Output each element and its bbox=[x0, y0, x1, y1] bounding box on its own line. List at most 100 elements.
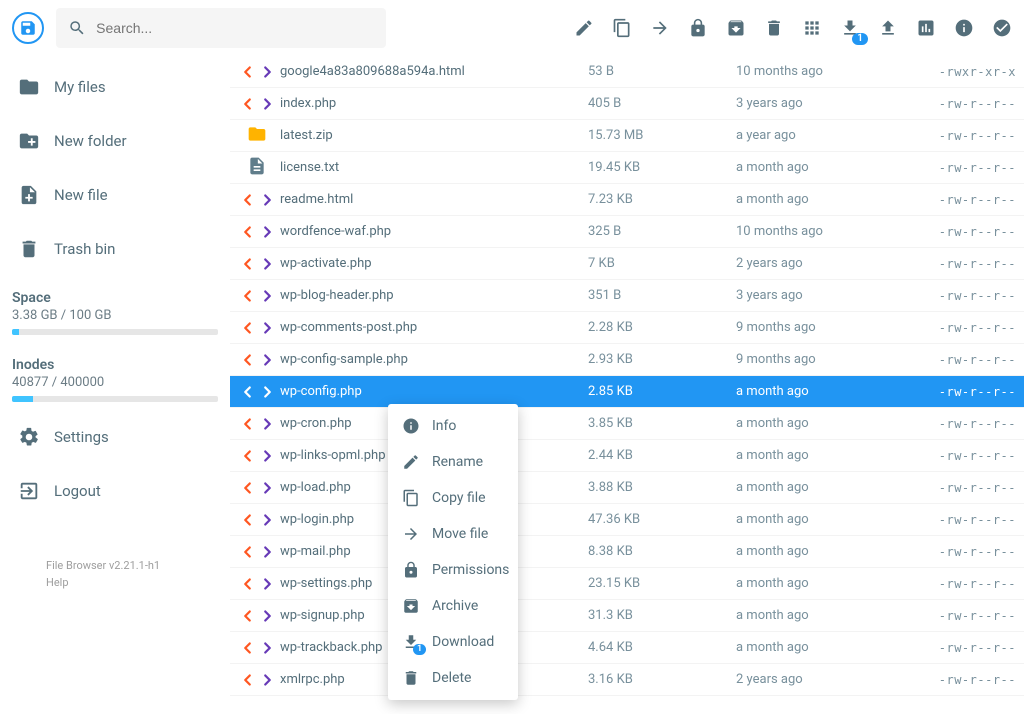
ctx-rename[interactable]: Rename bbox=[388, 444, 518, 480]
file-modified: a month ago bbox=[736, 416, 876, 431]
ctx-move[interactable]: Move file bbox=[388, 516, 518, 552]
file-permissions: -rw-r--r-- bbox=[876, 673, 1016, 687]
file-row[interactable]: wp-cron.php3.85 KBa month ago-rw-r--r-- bbox=[230, 408, 1024, 440]
download-badge: 1 bbox=[413, 644, 426, 655]
credits-help[interactable]: Help bbox=[46, 575, 214, 592]
ctx-label: Rename bbox=[432, 454, 483, 470]
file-row[interactable]: readme.html7.23 KBa month ago-rw-r--r-- bbox=[230, 184, 1024, 216]
file-modified: a month ago bbox=[736, 160, 876, 175]
file-row[interactable]: wp-config.php2.85 KBa month ago-rw-r--r-… bbox=[230, 376, 1024, 408]
sidebar-label: Trash bin bbox=[54, 240, 115, 258]
upload-button[interactable] bbox=[878, 17, 898, 39]
space-stats: Space 3.38 GB / 100 GB bbox=[0, 276, 230, 343]
file-size: 3.16 KB bbox=[588, 672, 736, 687]
file-row[interactable]: wp-mail.php8.38 KBa month ago-rw-r--r-- bbox=[230, 536, 1024, 568]
file-list[interactable]: google4a83a809688a594a.html53 B10 months… bbox=[230, 56, 1024, 714]
info-button[interactable] bbox=[954, 17, 974, 39]
ctx-download[interactable]: Download1 bbox=[388, 624, 518, 660]
file-row[interactable]: wp-activate.php7 KB2 years ago-rw-r--r-- bbox=[230, 248, 1024, 280]
sidebar-logout[interactable]: Logout bbox=[0, 464, 230, 518]
file-type-icon bbox=[244, 447, 270, 465]
grid-view-button[interactable] bbox=[802, 17, 822, 39]
file-permissions: -rw-r--r-- bbox=[876, 545, 1016, 559]
file-row[interactable]: wp-blog-header.php351 B3 years ago-rw-r-… bbox=[230, 280, 1024, 312]
file-row[interactable]: latest.zip15.73 MBa year ago-rw-r--r-- bbox=[230, 120, 1024, 152]
logo[interactable] bbox=[12, 12, 44, 44]
search-input[interactable] bbox=[96, 20, 374, 36]
file-name: license.txt bbox=[270, 160, 588, 175]
file-modified: a month ago bbox=[736, 640, 876, 655]
archive-icon bbox=[402, 597, 420, 615]
file-permissions: -rw-r--r-- bbox=[876, 385, 1016, 399]
note-add-icon bbox=[18, 184, 40, 206]
file-permissions: -rw-r--r-- bbox=[876, 577, 1016, 591]
space-label: Space bbox=[12, 290, 218, 306]
search-box[interactable] bbox=[56, 8, 386, 48]
file-permissions: -rw-r--r-- bbox=[876, 417, 1016, 431]
file-row[interactable]: wp-login.php47.36 KBa month ago-rw-r--r-… bbox=[230, 504, 1024, 536]
file-size: 405 B bbox=[588, 96, 736, 111]
ctx-archive[interactable]: Archive bbox=[388, 588, 518, 624]
sidebar-trash[interactable]: Trash bin bbox=[0, 222, 230, 276]
sidebar-label: My files bbox=[54, 78, 106, 96]
file-size: 8.38 KB bbox=[588, 544, 736, 559]
file-size: 7 KB bbox=[588, 256, 736, 271]
delete-button[interactable] bbox=[764, 17, 784, 39]
file-row[interactable]: xmlrpc.php3.16 KB2 years ago-rw-r--r-- bbox=[230, 664, 1024, 696]
file-row[interactable]: index.php405 B3 years ago-rw-r--r-- bbox=[230, 88, 1024, 120]
file-row[interactable]: wp-links-opml.php2.44 KBa month ago-rw-r… bbox=[230, 440, 1024, 472]
file-row[interactable]: wp-trackback.php4.64 KBa month ago-rw-r-… bbox=[230, 632, 1024, 664]
file-size: 23.15 KB bbox=[588, 576, 736, 591]
file-permissions: -rw-r--r-- bbox=[876, 225, 1016, 239]
folder-icon bbox=[18, 76, 40, 98]
edit-button[interactable] bbox=[574, 17, 594, 39]
file-permissions: -rw-r--r-- bbox=[876, 609, 1016, 623]
permissions-button[interactable] bbox=[688, 17, 708, 39]
file-permissions: -rw-r--r-- bbox=[876, 193, 1016, 207]
grid-icon bbox=[802, 18, 822, 38]
file-name: wp-blog-header.php bbox=[270, 288, 588, 303]
file-row[interactable]: wordfence-waf.php325 B10 months ago-rw-r… bbox=[230, 216, 1024, 248]
file-row[interactable]: google4a83a809688a594a.html53 B10 months… bbox=[230, 56, 1024, 88]
file-modified: a month ago bbox=[736, 608, 876, 623]
sidebar-my-files[interactable]: My files bbox=[0, 60, 230, 114]
file-row[interactable]: license.txt19.45 KBa month ago-rw-r--r-- bbox=[230, 152, 1024, 184]
file-permissions: -rw-r--r-- bbox=[876, 353, 1016, 367]
stats-button[interactable] bbox=[916, 17, 936, 39]
file-type-icon bbox=[244, 156, 270, 180]
ctx-copy[interactable]: Copy file bbox=[388, 480, 518, 516]
file-size: 47.36 KB bbox=[588, 512, 736, 527]
chart-icon bbox=[916, 18, 936, 38]
sidebar-settings[interactable]: Settings bbox=[0, 410, 230, 464]
file-type-icon bbox=[244, 319, 270, 337]
pencil-icon bbox=[574, 18, 594, 38]
move-button[interactable] bbox=[650, 17, 670, 39]
info-icon bbox=[402, 417, 420, 435]
file-row[interactable]: wp-config-sample.php2.93 KB9 months ago-… bbox=[230, 344, 1024, 376]
file-permissions: -rw-r--r-- bbox=[876, 97, 1016, 111]
credits: File Browser v2.21.1-h1 Help bbox=[0, 518, 230, 591]
file-size: 19.45 KB bbox=[588, 160, 736, 175]
file-type-icon bbox=[244, 223, 270, 241]
file-row[interactable]: wp-comments-post.php2.28 KB9 months ago-… bbox=[230, 312, 1024, 344]
sidebar-new-folder[interactable]: New folder bbox=[0, 114, 230, 168]
file-row[interactable]: wp-signup.php31.3 KBa month ago-rw-r--r-… bbox=[230, 600, 1024, 632]
ctx-permissions[interactable]: Permissions bbox=[388, 552, 518, 588]
file-row[interactable]: wp-load.php3.88 KBa month ago-rw-r--r-- bbox=[230, 472, 1024, 504]
sidebar-new-file[interactable]: New file bbox=[0, 168, 230, 222]
file-name: google4a83a809688a594a.html bbox=[270, 64, 588, 79]
file-row[interactable]: wp-settings.php23.15 KBa month ago-rw-r-… bbox=[230, 568, 1024, 600]
ctx-delete[interactable]: Delete bbox=[388, 660, 518, 696]
ctx-info[interactable]: Info bbox=[388, 408, 518, 444]
file-modified: a month ago bbox=[736, 512, 876, 527]
download-button[interactable]: 1 bbox=[840, 17, 860, 39]
copy-button[interactable] bbox=[612, 17, 632, 39]
select-all-button[interactable] bbox=[992, 17, 1012, 39]
sidebar: My files New folder New file Trash bin S… bbox=[0, 56, 230, 714]
archive-button[interactable] bbox=[726, 17, 746, 39]
file-modified: 10 months ago bbox=[736, 64, 876, 79]
file-name: wp-config.php bbox=[270, 384, 588, 399]
file-name: wp-config-sample.php bbox=[270, 352, 588, 367]
context-menu: Info Rename Copy file Move file Permissi… bbox=[388, 404, 518, 700]
file-size: 7.23 KB bbox=[588, 192, 736, 207]
